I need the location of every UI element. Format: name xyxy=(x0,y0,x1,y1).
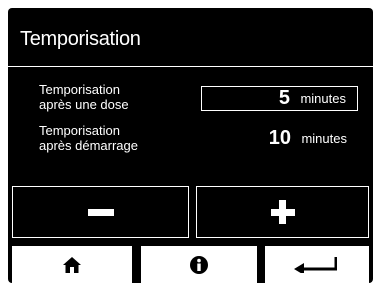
plus-icon xyxy=(270,200,295,224)
minus-icon xyxy=(87,208,114,216)
dose-delay-label: Temporisation après une dose xyxy=(39,82,129,112)
dose-delay-value-field[interactable]: 5 minutes xyxy=(201,86,358,111)
home-icon xyxy=(63,256,81,273)
decrement-button[interactable] xyxy=(12,186,189,238)
title-divider xyxy=(8,66,373,67)
startup-delay-unit: minutes xyxy=(301,131,347,146)
startup-delay-value-field[interactable]: 10 minutes xyxy=(201,127,358,152)
dose-delay-value: 5 xyxy=(278,87,291,109)
startup-delay-value: 10 xyxy=(268,127,292,149)
startup-delay-label-line1: Temporisation xyxy=(39,123,120,138)
home-button[interactable] xyxy=(12,246,132,283)
info-button[interactable] xyxy=(141,246,257,283)
back-button[interactable] xyxy=(265,246,369,283)
startup-delay-label-line2: après démarrage xyxy=(39,138,138,153)
dose-delay-label-line1: Temporisation xyxy=(39,82,120,97)
info-icon xyxy=(190,255,208,274)
startup-delay-label: Temporisation après démarrage xyxy=(39,123,138,153)
dose-delay-label-line2: après une dose xyxy=(39,97,129,112)
dose-delay-unit: minutes xyxy=(300,91,346,106)
timer-settings-screen: Temporisation Temporisation après une do… xyxy=(8,8,373,283)
return-arrow-icon xyxy=(294,257,337,273)
increment-button[interactable] xyxy=(196,186,369,238)
page-title: Temporisation xyxy=(20,28,141,50)
